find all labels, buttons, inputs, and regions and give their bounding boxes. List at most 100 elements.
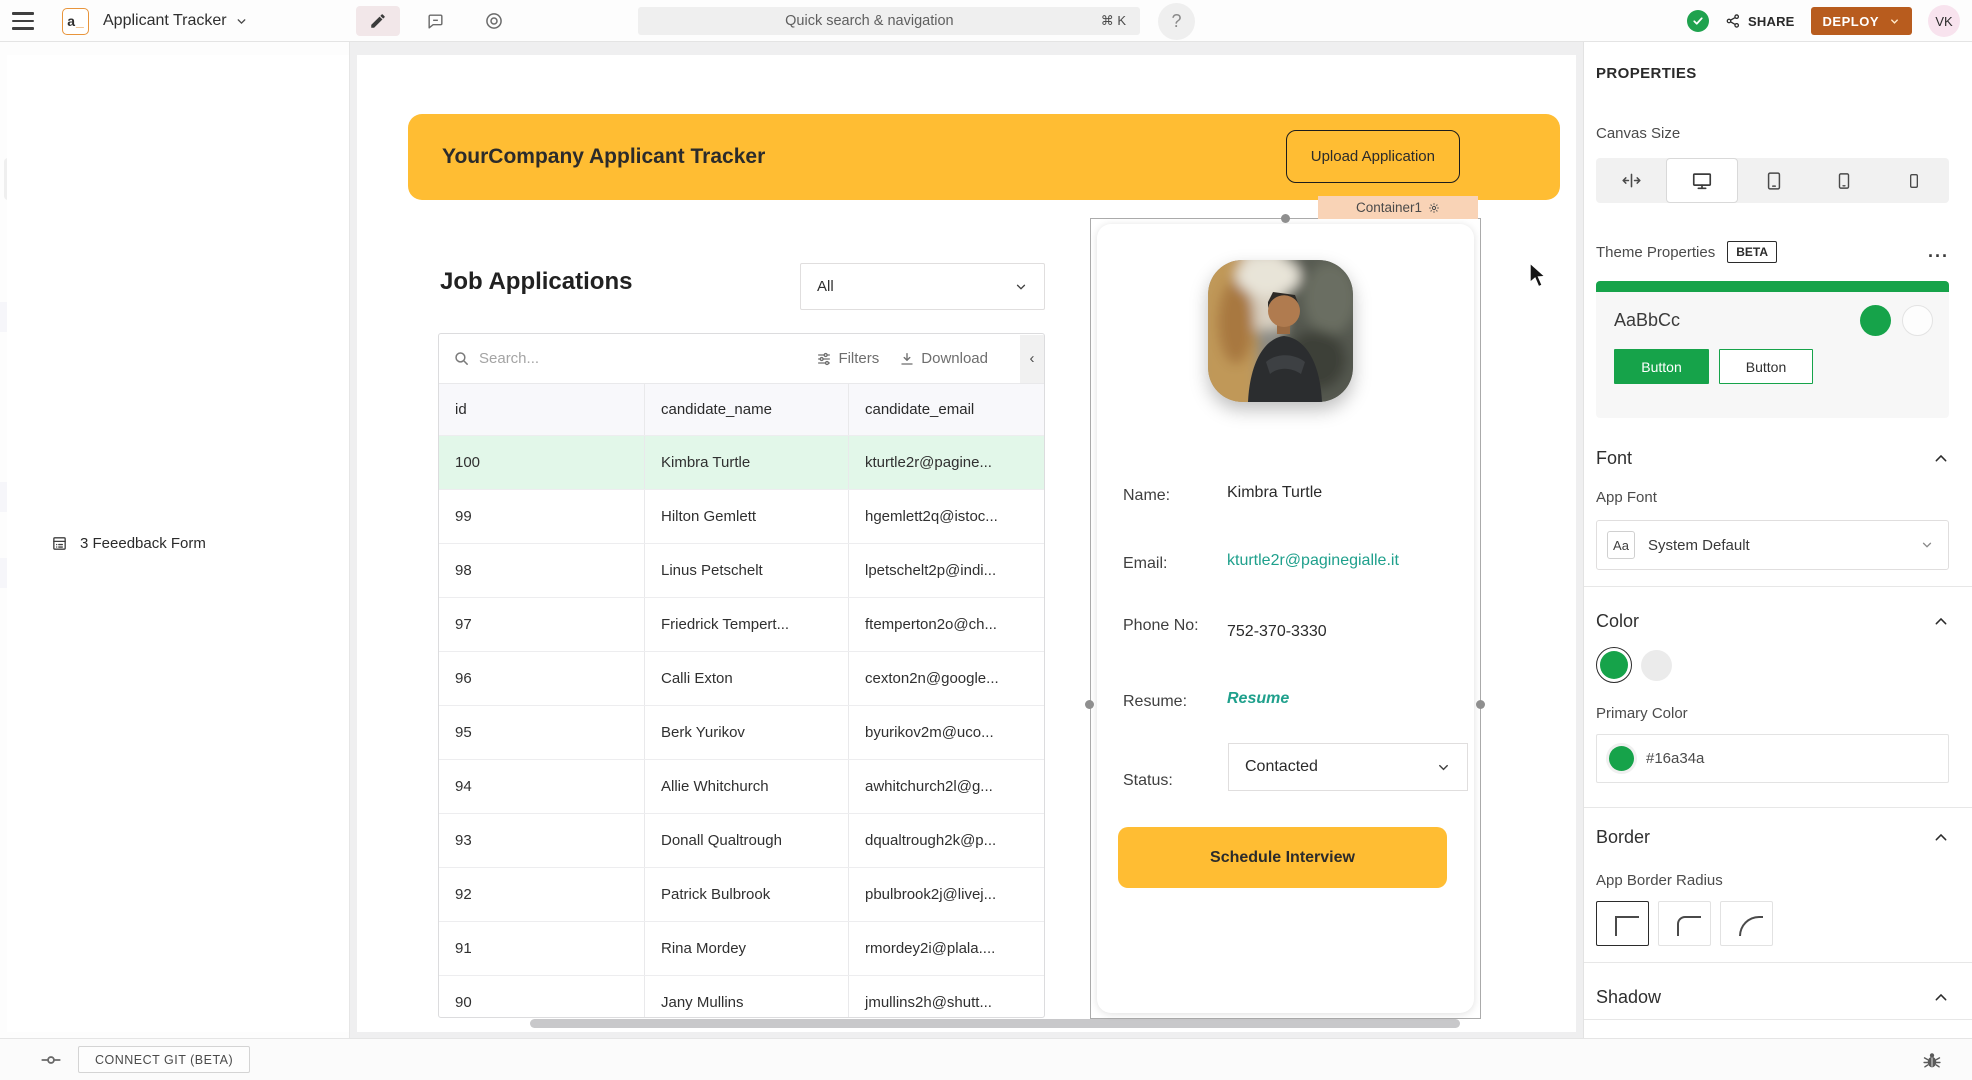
chevron-down-icon xyxy=(1014,280,1028,294)
color-section-header[interactable]: Color xyxy=(1596,611,1949,632)
quick-search-bar[interactable]: ⌘ K xyxy=(638,7,1140,35)
secondary-color-swatch[interactable] xyxy=(1641,650,1672,681)
table-row[interactable]: 94 Allie Whitchurch awhitchurch2l@g... xyxy=(439,759,1044,813)
debug-bug-icon[interactable] xyxy=(1922,1050,1942,1070)
column-header-candidate-email[interactable]: candidate_email xyxy=(849,384,1044,435)
table-body: 100 Kimbra Turtle kturtle2r@pagine... 99… xyxy=(439,435,1044,1018)
help-button[interactable]: ? xyxy=(1158,3,1195,40)
border-radius-medium-option[interactable] xyxy=(1658,901,1711,946)
top-bar: a_ Applicant Tracker ⌘ K xyxy=(0,0,1972,42)
comment-mode-button[interactable] xyxy=(414,6,458,36)
filters-button[interactable]: Filters xyxy=(816,350,879,367)
theme-color-white-swatch[interactable] xyxy=(1902,305,1933,336)
canvas-size-tablet-option[interactable] xyxy=(1809,158,1879,203)
theme-color-green-swatch[interactable] xyxy=(1860,305,1891,336)
table-row[interactable]: 95 Berk Yurikov byurikov2m@uco... xyxy=(439,705,1044,759)
resume-link[interactable]: Resume xyxy=(1227,690,1289,715)
border-section-header[interactable]: Border xyxy=(1596,827,1949,848)
share-button[interactable]: SHARE xyxy=(1725,13,1795,29)
table-search-input[interactable] xyxy=(479,350,659,367)
deploy-chevron-down-icon[interactable] xyxy=(1889,16,1900,27)
upload-application-button[interactable]: Upload Application xyxy=(1286,130,1460,183)
table-row[interactable]: 96 Calli Exton cexton2n@google... xyxy=(439,651,1044,705)
schedule-interview-button[interactable]: Schedule Interview xyxy=(1118,827,1447,888)
horizontal-scrollbar[interactable] xyxy=(530,1019,1460,1028)
resize-handle-top[interactable] xyxy=(1281,214,1290,223)
status-select[interactable]: Contacted xyxy=(1228,743,1468,791)
cell-id: 99 xyxy=(439,490,645,543)
beta-badge: BETA xyxy=(1727,241,1777,263)
cell-id: 91 xyxy=(439,922,645,975)
pencil-icon xyxy=(369,12,387,30)
cell-id: 93 xyxy=(439,814,645,867)
primary-color-input[interactable]: #16a34a xyxy=(1596,734,1949,783)
edit-mode-button[interactable] xyxy=(356,6,400,36)
chevron-down-icon xyxy=(1436,760,1451,775)
phone-label: Phone No: xyxy=(1123,614,1211,641)
name-value: Kimbra Turtle xyxy=(1227,484,1322,509)
border-radius-none-option[interactable] xyxy=(1596,901,1649,946)
section-divider xyxy=(1584,962,1972,963)
table-row[interactable]: 90 Jany Mullins jmullins2h@shutt... xyxy=(439,975,1044,1018)
question-mark-icon: ? xyxy=(1171,11,1181,32)
cell-candidate-name: Allie Whitchurch xyxy=(645,760,849,813)
primary-color-swatch-selected[interactable] xyxy=(1596,647,1632,683)
chevron-up-icon xyxy=(1933,830,1949,846)
table-row[interactable]: 93 Donall Qualtrough dqualtrough2k@p... xyxy=(439,813,1044,867)
collapse-panel-button[interactable]: ‹ xyxy=(1020,335,1044,383)
connect-git-button[interactable]: CONNECT GIT (BETA) xyxy=(78,1046,250,1073)
resize-handle-right[interactable] xyxy=(1476,700,1485,709)
theme-properties-label: Theme Properties xyxy=(1596,244,1715,261)
table-row[interactable]: 97 Friedrick Tempert... ftemperton2o@ch.… xyxy=(439,597,1044,651)
border-radius-large-option[interactable] xyxy=(1720,901,1773,946)
canvas-size-desktop-option[interactable] xyxy=(1666,158,1738,203)
table-row[interactable]: 98 Linus Petschelt lpetschelt2p@indi... xyxy=(439,543,1044,597)
canvas-size-tablet-large-option[interactable] xyxy=(1738,158,1808,203)
theme-secondary-button-sample[interactable]: Button xyxy=(1719,349,1813,384)
cell-candidate-email: cexton2n@google... xyxy=(849,652,1044,705)
section-divider xyxy=(1584,586,1972,587)
phone-value: 752-370-3330 xyxy=(1227,623,1327,641)
table-row[interactable]: 99 Hilton Gemlett hgemlett2q@istoc... xyxy=(439,489,1044,543)
table-row[interactable]: 100 Kimbra Turtle kturtle2r@pagine... xyxy=(439,435,1044,489)
preview-mode-button[interactable] xyxy=(472,6,516,36)
widget-settings-gear-icon[interactable] xyxy=(1428,202,1440,214)
cell-id: 97 xyxy=(439,598,645,651)
sharp-corner-icon xyxy=(1615,916,1639,936)
rounded-corner-icon xyxy=(1677,916,1701,936)
hamburger-menu-icon[interactable] xyxy=(0,0,46,42)
container-widget-label[interactable]: Container1 xyxy=(1318,196,1478,219)
canvas-size-phone-option[interactable] xyxy=(1879,158,1949,203)
app-font-select[interactable]: Aa System Default xyxy=(1596,520,1949,570)
app-logo: a_ xyxy=(62,8,89,35)
theme-menu-button[interactable]: ... xyxy=(1928,248,1949,255)
font-section-header[interactable]: Font xyxy=(1596,448,1949,469)
cell-candidate-email: hgemlett2q@istoc... xyxy=(849,490,1044,543)
email-link[interactable]: kturtle2r@paginegialle.it xyxy=(1227,552,1399,577)
cell-candidate-name: Friedrick Tempert... xyxy=(645,598,849,651)
app-menu-chevron-down-icon[interactable] xyxy=(235,15,248,28)
phone-icon xyxy=(1906,173,1922,189)
theme-primary-button-sample[interactable]: Button xyxy=(1614,349,1709,384)
quick-search-input[interactable] xyxy=(638,13,1101,29)
status-filter-select[interactable]: All xyxy=(800,263,1045,310)
tablet-icon xyxy=(1764,171,1784,191)
resize-handle-left[interactable] xyxy=(1085,700,1094,709)
table-row[interactable]: 92 Patrick Bulbrook pbulbrook2j@livej... xyxy=(439,867,1044,921)
sidebar-page-item[interactable]: 3 Feeedback Form xyxy=(7,55,350,1032)
user-avatar[interactable]: VK xyxy=(1928,5,1960,37)
column-header-id[interactable]: id xyxy=(439,384,645,435)
section-divider xyxy=(1584,807,1972,808)
cell-candidate-name: Linus Petschelt xyxy=(645,544,849,597)
deploy-button[interactable]: DEPLOY xyxy=(1811,7,1912,35)
chevron-up-icon xyxy=(1933,451,1949,467)
table-row[interactable]: 91 Rina Mordey rmordey2i@plala.... xyxy=(439,921,1044,975)
primary-color-label: Primary Color xyxy=(1596,705,1949,722)
column-header-candidate-name[interactable]: candidate_name xyxy=(645,384,849,435)
canvas-size-fluid-option[interactable] xyxy=(1596,158,1666,203)
mouse-cursor xyxy=(1528,262,1550,289)
chevron-down-icon xyxy=(1920,538,1934,552)
download-button[interactable]: Download xyxy=(899,350,988,367)
shadow-section-header[interactable]: Shadow xyxy=(1596,987,1949,1008)
comment-icon xyxy=(426,12,445,31)
